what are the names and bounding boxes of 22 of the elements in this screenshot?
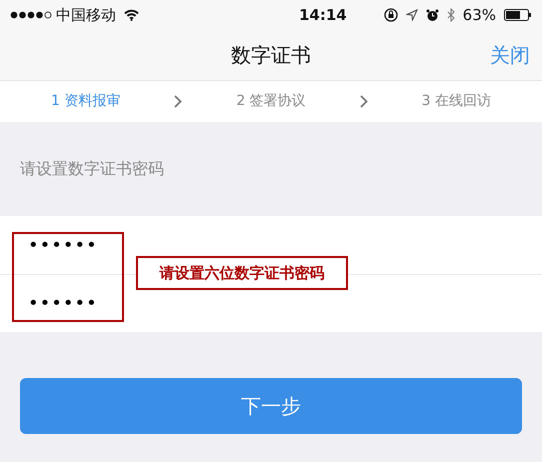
chevron-icon <box>360 95 368 108</box>
step-tab[interactable]: 3 在线回访 <box>422 91 491 112</box>
page-title: 数字证书 <box>231 42 311 69</box>
status-time: 14:14 <box>299 4 347 26</box>
carrier-name: 中国移动 <box>56 4 116 26</box>
rotation-lock-icon <box>384 8 398 22</box>
battery-icon <box>504 9 532 21</box>
next-button[interactable]: 下一步 <box>20 378 522 434</box>
password-field[interactable]: •••••• <box>28 290 108 317</box>
chevron-icon <box>174 95 182 108</box>
bluetooth-icon <box>446 8 455 22</box>
wifi-icon <box>124 9 139 21</box>
section-label: 请设置数字证书密码 <box>20 158 164 180</box>
battery-percent: 63% <box>462 4 496 26</box>
password-field[interactable]: •••••• <box>28 232 108 258</box>
close-button[interactable]: 关闭 <box>490 40 530 70</box>
annotation-note: 请设置六位数字证书密码 <box>136 256 348 290</box>
location-icon <box>406 9 418 21</box>
alarm-icon <box>426 8 439 22</box>
step-tab[interactable]: 1 资料报审 <box>50 91 120 112</box>
signal-icon <box>10 11 52 19</box>
step-tab[interactable]: 2 签署协议 <box>236 91 306 112</box>
